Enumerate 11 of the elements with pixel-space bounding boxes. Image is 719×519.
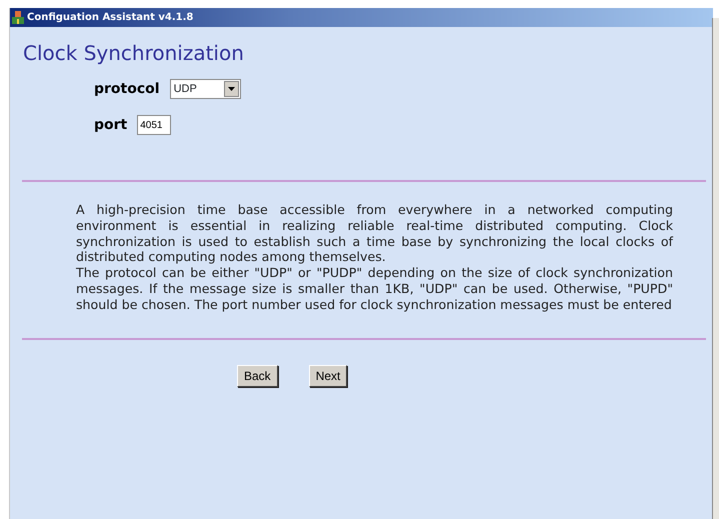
app-icon: [12, 11, 24, 24]
protocol-dropdown[interactable]: UDP: [170, 79, 241, 99]
wizard-button[interactable]: Next: [308, 364, 348, 387]
field-label: port: [94, 117, 128, 133]
description-text: The protocol can be either "UDP" or "PUDP" depending on the size of clock synchronization messages. If the message size is smaller than 1KB, "UDP" can be used. Otherwise, "PUPD" should be chosen. The port number used for clock synchronization messages must be entered: [76, 265, 673, 313]
field-label: protocol: [94, 81, 160, 97]
page-heading: Clock Synchronization: [23, 41, 245, 65]
description-text: A high-precision time base accessible from everywhere in a networked computing environment is essential in realizing reliable real-time distributed computing. Clock synchronization is used to establish such a time base by synchronizing the local clocks of distributed computing nodes among themselves.: [76, 202, 673, 266]
wizard-button[interactable]: Back: [237, 364, 278, 387]
port-field[interactable]: 4051: [137, 115, 172, 135]
window-title: Configuation Assistant v4.1.8: [27, 12, 194, 23]
